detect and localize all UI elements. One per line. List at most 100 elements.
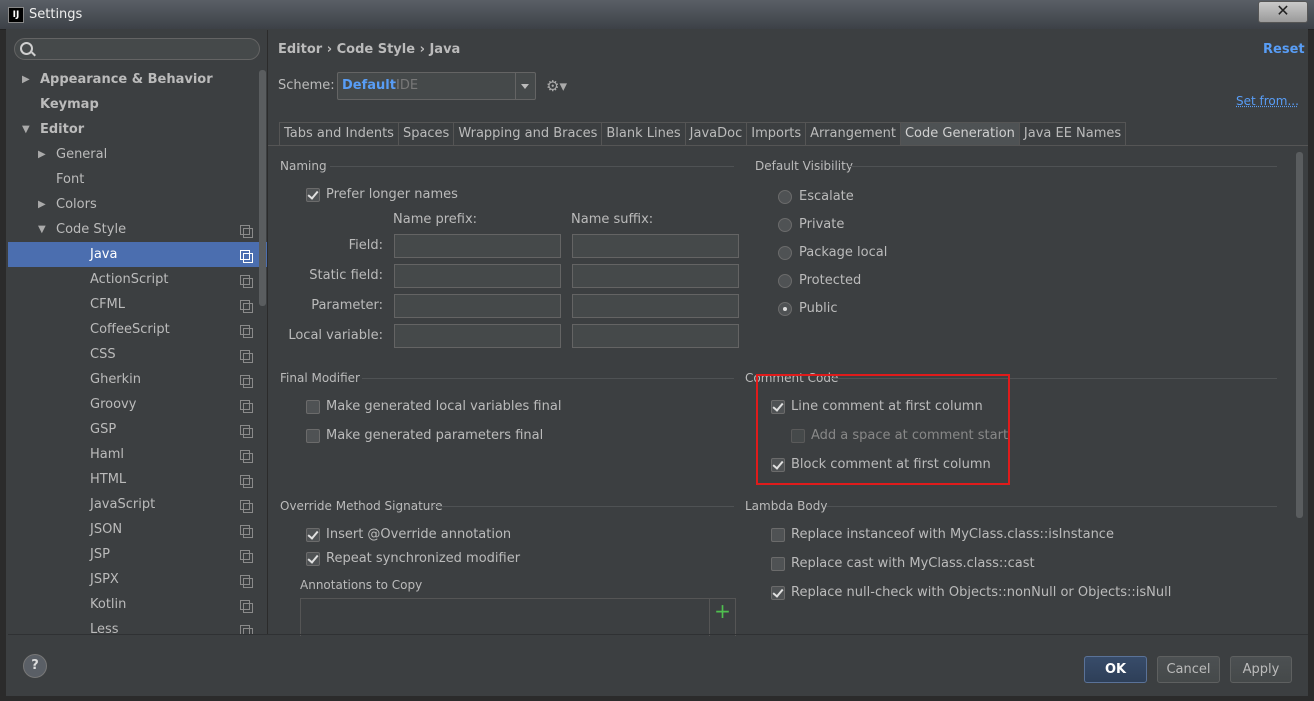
copy-scheme-icon: [240, 225, 253, 238]
visibility-radio-protected[interactable]: [778, 274, 792, 288]
prefer-longer-checkbox[interactable]: [306, 188, 320, 202]
field-prefix-input[interactable]: [394, 234, 561, 258]
tree-item[interactable]: Haml: [8, 442, 267, 467]
tree-item[interactable]: JSPX: [8, 567, 267, 592]
final-local-vars-label: Make generated local variables final: [326, 399, 562, 414]
tree-item[interactable]: GSP: [8, 417, 267, 442]
tree-item[interactable]: ▶ General: [8, 142, 267, 167]
tree-item[interactable]: CSS: [8, 342, 267, 367]
copy-scheme-icon: [240, 450, 253, 463]
tree-item[interactable]: Java: [8, 242, 267, 267]
chevron-down-icon[interactable]: [515, 73, 535, 99]
tab-imports[interactable]: Imports: [746, 122, 806, 145]
field-label: Field:: [348, 238, 383, 253]
intellij-logo-icon: IJ: [8, 7, 24, 23]
annotations-list[interactable]: [300, 598, 710, 636]
gear-icon[interactable]: ⚙▾: [546, 77, 567, 95]
replace-cast-checkbox[interactable]: [771, 557, 785, 571]
field-suffix-input[interactable]: [572, 234, 739, 258]
tree-item-label: Java: [90, 247, 118, 262]
visibility-option-label: Protected: [799, 273, 862, 288]
final-params-checkbox[interactable]: [306, 429, 320, 443]
static-field-prefix-input[interactable]: [394, 264, 561, 288]
tree-scrollbar[interactable]: [259, 70, 266, 306]
tree-item-label: CoffeeScript: [90, 322, 170, 337]
local-variable-prefix-input[interactable]: [394, 324, 561, 348]
tree-item[interactable]: Keymap: [8, 92, 267, 117]
copy-scheme-icon: [240, 275, 253, 288]
help-button[interactable]: ?: [23, 654, 47, 678]
tree-item[interactable]: JSON: [8, 517, 267, 542]
override-section-title: Override Method Signature: [280, 499, 443, 513]
settings-tree-pane: ▶ Appearance & Behavior Keymap ▼ Editor ▶ Gene…: [8, 30, 268, 635]
tree-item-label: CSS: [90, 347, 116, 362]
tree-item-label: HTML: [90, 472, 127, 487]
tree-item[interactable]: CFML: [8, 292, 267, 317]
tree-item[interactable]: Less: [8, 617, 267, 635]
tree-item[interactable]: Font: [8, 167, 267, 192]
cancel-button[interactable]: Cancel: [1157, 656, 1220, 683]
local-variable-label: Local variable:: [288, 328, 383, 343]
tree-item[interactable]: ▼ Code Style: [8, 217, 267, 242]
reset-link[interactable]: Reset: [1263, 42, 1305, 57]
static-field-suffix-input[interactable]: [572, 264, 739, 288]
replace-instanceof-checkbox[interactable]: [771, 528, 785, 542]
apply-button[interactable]: Apply: [1230, 656, 1292, 683]
add-icon[interactable]: +: [709, 598, 736, 636]
tab-tabs-and-indents[interactable]: Tabs and Indents: [279, 122, 398, 145]
ok-button[interactable]: OK: [1084, 656, 1147, 683]
tab-wrapping-and-braces[interactable]: Wrapping and Braces: [453, 122, 602, 145]
parameter-prefix-input[interactable]: [394, 294, 561, 318]
visibility-option-label: Public: [799, 301, 838, 316]
set-from-link[interactable]: Set from...: [1236, 94, 1299, 108]
tree-item[interactable]: JavaScript: [8, 492, 267, 517]
annotations-to-copy-title: Annotations to Copy: [300, 578, 423, 592]
tree-item[interactable]: ActionScript: [8, 267, 267, 292]
tab-blank-lines[interactable]: Blank Lines: [601, 122, 685, 145]
copy-scheme-icon: [240, 500, 253, 513]
expanded-arrow-icon[interactable]: ▼: [22, 117, 30, 142]
visibility-radio-package-local[interactable]: [778, 246, 792, 260]
replace-nullcheck-checkbox[interactable]: [771, 586, 785, 600]
repeat-sync-label: Repeat synchronized modifier: [326, 551, 521, 566]
parameter-suffix-input[interactable]: [572, 294, 739, 318]
tab-javadoc[interactable]: JavaDoc: [684, 122, 747, 145]
collapsed-arrow-icon[interactable]: ▶: [38, 192, 46, 217]
copy-scheme-icon: [240, 600, 253, 613]
tab-spaces[interactable]: Spaces: [397, 122, 454, 145]
tab-java-ee-names[interactable]: Java EE Names: [1018, 122, 1127, 145]
visibility-section-title: Default Visibility: [755, 159, 853, 173]
search-input[interactable]: [14, 38, 260, 60]
tree-item[interactable]: ▼ Editor: [8, 117, 267, 142]
lambda-section-title: Lambda Body: [745, 499, 828, 513]
expanded-arrow-icon[interactable]: ▼: [38, 217, 46, 242]
tree-item[interactable]: Groovy: [8, 392, 267, 417]
tree-item[interactable]: CoffeeScript: [8, 317, 267, 342]
tree-item[interactable]: Kotlin: [8, 592, 267, 617]
divider: [8, 634, 1308, 635]
scheme-label: Scheme:: [278, 78, 335, 93]
visibility-radio-public[interactable]: [778, 302, 792, 316]
visibility-radio-escalate[interactable]: [778, 190, 792, 204]
local-variable-suffix-input[interactable]: [572, 324, 739, 348]
tree-item[interactable]: ▶ Appearance & Behavior: [8, 67, 267, 92]
tree-item-label: JSP: [90, 547, 110, 562]
insert-override-checkbox[interactable]: [306, 528, 320, 542]
tree-item[interactable]: JSP: [8, 542, 267, 567]
visibility-radio-private[interactable]: [778, 218, 792, 232]
tab-code-generation[interactable]: Code Generation: [899, 122, 1019, 145]
static-field-label: Static field:: [309, 268, 383, 283]
tab-arrangement[interactable]: Arrangement: [805, 122, 900, 145]
visibility-option-label: Package local: [799, 245, 888, 260]
tree-item-label: Groovy: [90, 397, 137, 412]
tree-item[interactable]: Gherkin: [8, 367, 267, 392]
collapsed-arrow-icon[interactable]: ▶: [38, 142, 46, 167]
copy-scheme-icon: [240, 375, 253, 388]
collapsed-arrow-icon[interactable]: ▶: [22, 67, 30, 92]
content-scrollbar[interactable]: [1296, 152, 1303, 518]
close-button[interactable]: ✕: [1258, 1, 1308, 23]
final-local-vars-checkbox[interactable]: [306, 400, 320, 414]
tree-item[interactable]: HTML: [8, 467, 267, 492]
tree-item[interactable]: ▶ Colors: [8, 192, 267, 217]
repeat-sync-checkbox[interactable]: [306, 552, 320, 566]
